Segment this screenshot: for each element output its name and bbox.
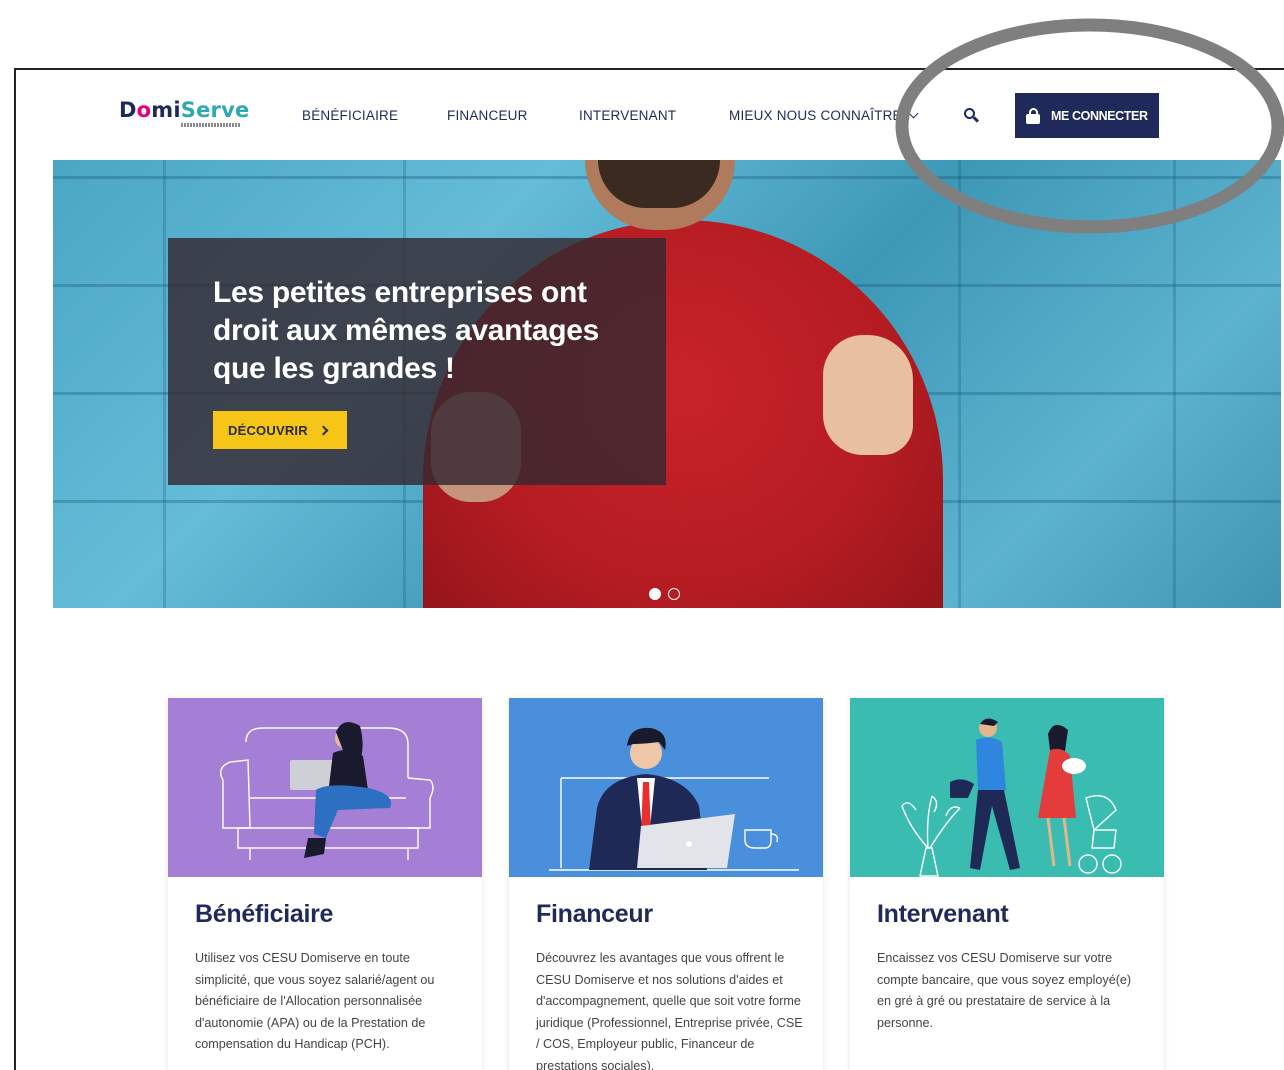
highlight-ring-annotation — [895, 18, 1284, 234]
